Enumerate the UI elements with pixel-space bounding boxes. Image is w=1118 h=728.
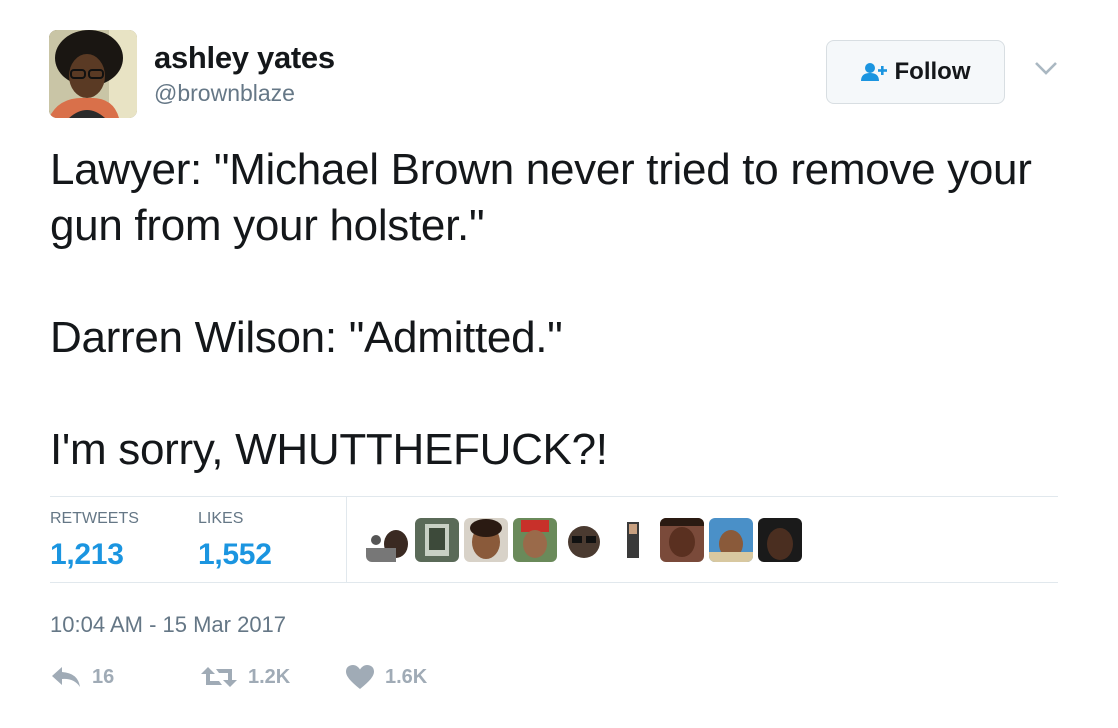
tweet-text: Lawyer: "Michael Brown never tried to re… bbox=[50, 142, 1060, 478]
liker-avatar[interactable] bbox=[709, 518, 753, 562]
liker-avatars bbox=[366, 518, 802, 562]
liker-avatar[interactable] bbox=[464, 518, 508, 562]
reply-count: 16 bbox=[92, 665, 115, 688]
liker-avatar[interactable] bbox=[611, 518, 655, 562]
liker-avatar[interactable] bbox=[562, 518, 606, 562]
author-name[interactable]: ashley yates bbox=[154, 40, 335, 76]
liker-avatar[interactable] bbox=[366, 518, 410, 562]
like-button[interactable]: 1.6K bbox=[345, 664, 427, 690]
retweets-label: RETWEETS bbox=[50, 510, 139, 527]
follow-button[interactable]: Follow bbox=[826, 40, 1005, 104]
retweet-button[interactable]: 1.2K bbox=[200, 664, 345, 690]
reply-button[interactable]: 16 bbox=[50, 664, 200, 690]
tweet-timestamp[interactable]: 10:04 AM - 15 Mar 2017 bbox=[50, 612, 286, 638]
liker-avatar[interactable] bbox=[758, 518, 802, 562]
tweet-paragraph: I'm sorry, WHUTTHEFUCK?! bbox=[50, 425, 608, 474]
more-options-chevron-icon[interactable] bbox=[1033, 58, 1059, 78]
stats-divider-bottom bbox=[50, 582, 1058, 583]
follow-button-label: Follow bbox=[894, 58, 971, 85]
liker-avatar[interactable] bbox=[513, 518, 557, 562]
stats-divider-top bbox=[50, 496, 1058, 497]
heart-icon bbox=[346, 665, 374, 689]
retweet-count: 1.2K bbox=[248, 665, 291, 688]
likes-stat[interactable]: LIKES 1,552 bbox=[198, 510, 272, 572]
tweet-paragraph: Darren Wilson: "Admitted." bbox=[50, 313, 563, 362]
likes-count: 1,552 bbox=[198, 538, 272, 571]
tweet-paragraph: Lawyer: "Michael Brown never tried to re… bbox=[50, 145, 1032, 250]
liker-avatar[interactable] bbox=[415, 518, 459, 562]
tweet-actions: 16 1.2K 1.6K bbox=[50, 664, 427, 690]
liker-avatar[interactable] bbox=[660, 518, 704, 562]
stats-separator bbox=[346, 497, 347, 582]
retweets-count: 1,213 bbox=[50, 538, 124, 571]
reply-icon bbox=[52, 667, 80, 687]
like-count: 1.6K bbox=[385, 665, 428, 688]
retweets-stat[interactable]: RETWEETS 1,213 bbox=[50, 510, 139, 572]
author-handle[interactable]: @brownblaze bbox=[154, 80, 295, 107]
add-user-icon bbox=[860, 63, 887, 81]
avatar-photo bbox=[49, 30, 137, 118]
likes-label: LIKES bbox=[198, 510, 244, 527]
retweet-icon bbox=[201, 667, 237, 687]
author-avatar[interactable] bbox=[49, 30, 137, 118]
